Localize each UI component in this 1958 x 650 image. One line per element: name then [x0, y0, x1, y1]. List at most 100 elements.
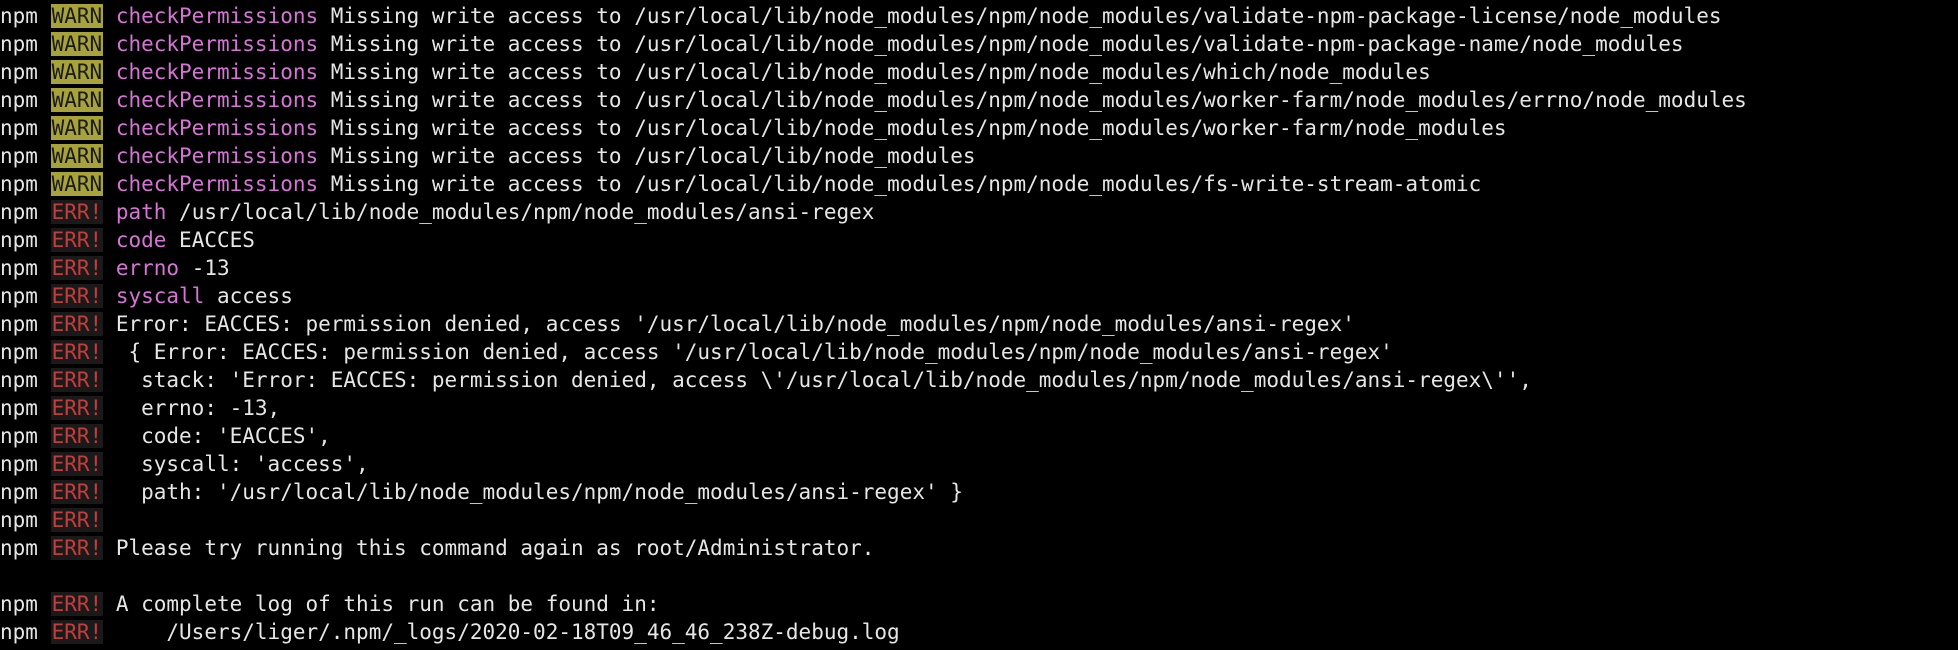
log-text: access	[204, 284, 293, 308]
err-badge: ERR!	[50, 228, 104, 252]
terminal-line: npm ERR! Please try running this command…	[0, 534, 1958, 562]
log-text: /Users/liger/.npm/_logs/2020-02-18T09_46…	[115, 620, 900, 644]
log-key: checkPermissions	[115, 32, 319, 56]
log-key: checkPermissions	[115, 60, 319, 84]
err-badge: ERR!	[50, 424, 104, 448]
npm-prefix: npm	[0, 312, 38, 336]
npm-prefix: npm	[0, 284, 38, 308]
npm-prefix: npm	[0, 536, 38, 560]
npm-prefix: npm	[0, 480, 38, 504]
err-badge: ERR!	[50, 452, 104, 476]
terminal-line: npm ERR! syscall: 'access',	[0, 450, 1958, 478]
err-badge: ERR!	[50, 620, 104, 644]
terminal-line: npm WARN checkPermissions Missing write …	[0, 142, 1958, 170]
warn-badge: WARN	[50, 172, 104, 196]
terminal-line: npm WARN checkPermissions Missing write …	[0, 170, 1958, 198]
terminal-line: npm WARN checkPermissions Missing write …	[0, 2, 1958, 30]
log-text: { Error: EACCES: permission denied, acce…	[115, 340, 1393, 364]
terminal-line: npm ERR! code EACCES	[0, 226, 1958, 254]
log-text: Missing write access to /usr/local/lib/n…	[318, 172, 1482, 196]
log-text: Missing write access to /usr/local/lib/n…	[318, 116, 1507, 140]
err-badge: ERR!	[50, 340, 104, 364]
npm-prefix: npm	[0, 256, 38, 280]
npm-prefix: npm	[0, 88, 38, 112]
npm-prefix: npm	[0, 508, 38, 532]
terminal-line: npm ERR! path /usr/local/lib/node_module…	[0, 198, 1958, 226]
err-badge: ERR!	[50, 200, 104, 224]
log-key: syscall	[115, 284, 205, 308]
warn-badge: WARN	[50, 4, 104, 28]
err-badge: ERR!	[50, 536, 104, 560]
log-text: path: '/usr/local/lib/node_modules/npm/n…	[115, 480, 963, 504]
npm-prefix: npm	[0, 144, 38, 168]
npm-prefix: npm	[0, 4, 38, 28]
log-text: Missing write access to /usr/local/lib/n…	[318, 144, 976, 168]
log-text: Missing write access to /usr/local/lib/n…	[318, 32, 1684, 56]
err-badge: ERR!	[50, 592, 104, 616]
terminal-line: npm ERR! errno -13	[0, 254, 1958, 282]
log-text: -13	[179, 256, 230, 280]
npm-prefix: npm	[0, 340, 38, 364]
terminal-line: npm WARN checkPermissions Missing write …	[0, 86, 1958, 114]
warn-badge: WARN	[50, 60, 104, 84]
log-key: checkPermissions	[115, 116, 319, 140]
log-text: Missing write access to /usr/local/lib/n…	[318, 4, 1722, 28]
terminal-output: npm WARN checkPermissions Missing write …	[0, 0, 1958, 646]
log-text: Missing write access to /usr/local/lib/n…	[318, 60, 1431, 84]
npm-prefix: npm	[0, 200, 38, 224]
terminal-line: npm WARN checkPermissions Missing write …	[0, 30, 1958, 58]
terminal-line: npm ERR! Error: EACCES: permission denie…	[0, 310, 1958, 338]
log-text: EACCES	[166, 228, 255, 252]
log-text: /usr/local/lib/node_modules/npm/node_mod…	[166, 200, 875, 224]
npm-prefix: npm	[0, 116, 38, 140]
log-key: path	[115, 200, 167, 224]
terminal-line: npm ERR! A complete log of this run can …	[0, 590, 1958, 618]
npm-prefix: npm	[0, 620, 38, 644]
npm-prefix: npm	[0, 592, 38, 616]
npm-prefix: npm	[0, 32, 38, 56]
log-text: errno: -13,	[115, 396, 281, 420]
log-key: checkPermissions	[115, 88, 319, 112]
terminal-line: npm ERR! errno: -13,	[0, 394, 1958, 422]
npm-prefix: npm	[0, 452, 38, 476]
terminal-line: npm ERR! code: 'EACCES',	[0, 422, 1958, 450]
log-key: checkPermissions	[115, 172, 319, 196]
terminal-line: npm WARN checkPermissions Missing write …	[0, 114, 1958, 142]
err-badge: ERR!	[50, 368, 104, 392]
log-key: checkPermissions	[115, 4, 319, 28]
npm-prefix: npm	[0, 172, 38, 196]
log-text: Missing write access to /usr/local/lib/n…	[318, 88, 1747, 112]
log-key: checkPermissions	[115, 144, 319, 168]
npm-prefix: npm	[0, 424, 38, 448]
terminal-line: npm ERR!	[0, 506, 1958, 534]
npm-prefix: npm	[0, 60, 38, 84]
terminal-line: npm ERR! path: '/usr/local/lib/node_modu…	[0, 478, 1958, 506]
err-badge: ERR!	[50, 508, 104, 532]
log-text: syscall: 'access',	[115, 452, 369, 476]
npm-prefix: npm	[0, 396, 38, 420]
log-text: code: 'EACCES',	[115, 424, 331, 448]
npm-prefix: npm	[0, 228, 38, 252]
npm-prefix: npm	[0, 368, 38, 392]
log-text: Please try running this command again as…	[115, 536, 875, 560]
terminal-line: npm ERR! syscall access	[0, 282, 1958, 310]
terminal-line: npm ERR! { Error: EACCES: permission den…	[0, 338, 1958, 366]
warn-badge: WARN	[50, 144, 104, 168]
err-badge: ERR!	[50, 256, 104, 280]
err-badge: ERR!	[50, 312, 104, 336]
terminal-line: npm WARN checkPermissions Missing write …	[0, 58, 1958, 86]
log-key: errno	[115, 256, 180, 280]
err-badge: ERR!	[50, 396, 104, 420]
err-badge: ERR!	[50, 480, 104, 504]
log-text: A complete log of this run can be found …	[115, 592, 660, 616]
log-text: Error: EACCES: permission denied, access…	[115, 312, 1355, 336]
warn-badge: WARN	[50, 116, 104, 140]
warn-badge: WARN	[50, 88, 104, 112]
err-badge: ERR!	[50, 284, 104, 308]
warn-badge: WARN	[50, 32, 104, 56]
log-key: code	[115, 228, 167, 252]
terminal-line: npm ERR! stack: 'Error: EACCES: permissi…	[0, 366, 1958, 394]
log-text: stack: 'Error: EACCES: permission denied…	[115, 368, 1532, 392]
terminal-line: npm ERR! /Users/liger/.npm/_logs/2020-02…	[0, 618, 1958, 646]
